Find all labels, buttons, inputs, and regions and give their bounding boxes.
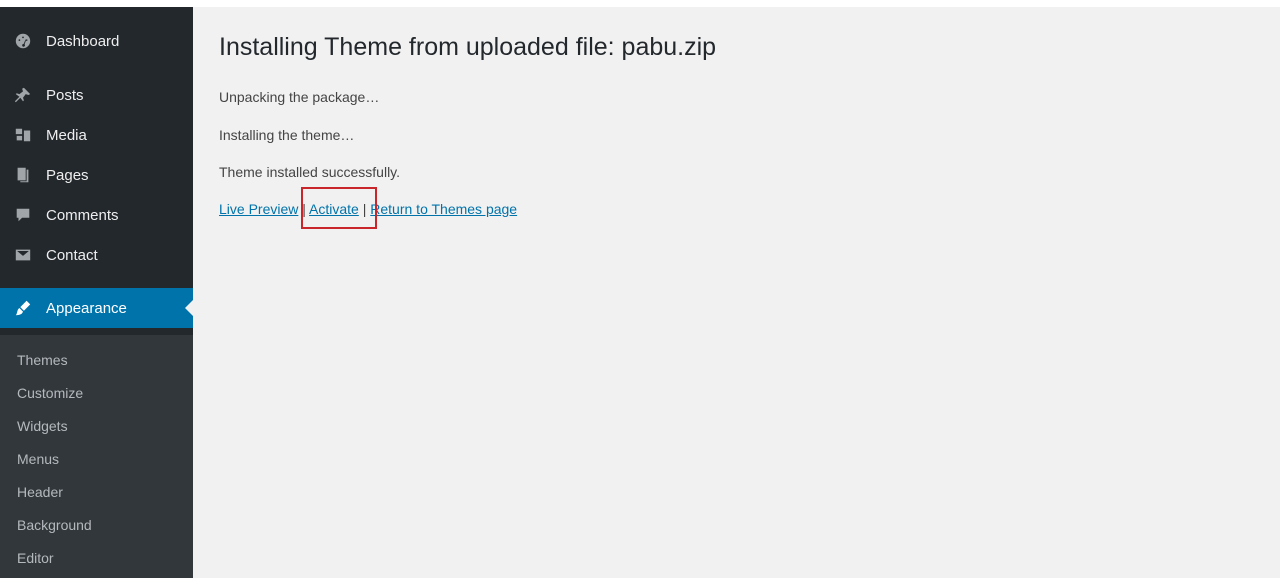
submenu-item-widgets[interactable]: Widgets [17, 418, 68, 434]
activate-highlight-box [301, 187, 377, 229]
sidebar-item-label: Posts [46, 86, 84, 104]
sidebar-item-comments[interactable]: Comments [0, 198, 193, 232]
envelope-icon [13, 245, 33, 265]
submenu-item-menus[interactable]: Menus [17, 451, 59, 467]
sidebar-item-label: Dashboard [46, 32, 120, 50]
sidebar-item-contact[interactable]: Contact [0, 238, 193, 272]
sidebar-item-label: Contact [46, 246, 98, 264]
media-icon [13, 125, 33, 145]
status-message-installing: Installing the theme… [219, 127, 355, 143]
status-message-success: Theme installed successfully. [219, 164, 401, 180]
sidebar-item-appearance[interactable]: Appearance [0, 288, 193, 328]
admin-sidebar: Dashboard Posts Media Pages Comments Con… [0, 7, 193, 578]
submenu-item-customize[interactable]: Customize [17, 385, 83, 401]
sidebar-item-label: Pages [46, 166, 89, 184]
sidebar-item-posts[interactable]: Posts [0, 78, 193, 112]
submenu-item-background[interactable]: Background [17, 517, 92, 533]
sidebar-item-label: Media [46, 126, 87, 144]
main-content: Installing Theme from uploaded file: pab… [193, 7, 1280, 578]
page-title: Installing Theme from uploaded file: pab… [219, 33, 717, 61]
pin-icon [13, 85, 33, 105]
sidebar-item-media[interactable]: Media [0, 118, 193, 152]
pages-icon [13, 165, 33, 185]
brush-icon [13, 298, 33, 318]
dashboard-icon [13, 31, 33, 51]
comment-icon [13, 205, 33, 225]
wp-admin-frame: Dashboard Posts Media Pages Comments Con… [0, 7, 1280, 578]
sidebar-item-label: Appearance [46, 299, 127, 317]
submenu-item-header[interactable]: Header [17, 484, 63, 500]
current-menu-arrow [185, 300, 193, 316]
submenu-item-editor[interactable]: Editor [17, 550, 54, 566]
sidebar-item-label: Comments [46, 206, 119, 224]
live-preview-link[interactable]: Live Preview [219, 201, 298, 217]
return-to-themes-link[interactable]: Return to Themes page [370, 201, 517, 217]
sidebar-item-dashboard[interactable]: Dashboard [0, 24, 193, 58]
status-message-unpacking: Unpacking the package… [219, 89, 380, 105]
appearance-submenu: Themes Customize Widgets Menus Header Ba… [0, 335, 193, 578]
submenu-item-themes[interactable]: Themes [17, 352, 68, 368]
sidebar-item-pages[interactable]: Pages [0, 158, 193, 192]
